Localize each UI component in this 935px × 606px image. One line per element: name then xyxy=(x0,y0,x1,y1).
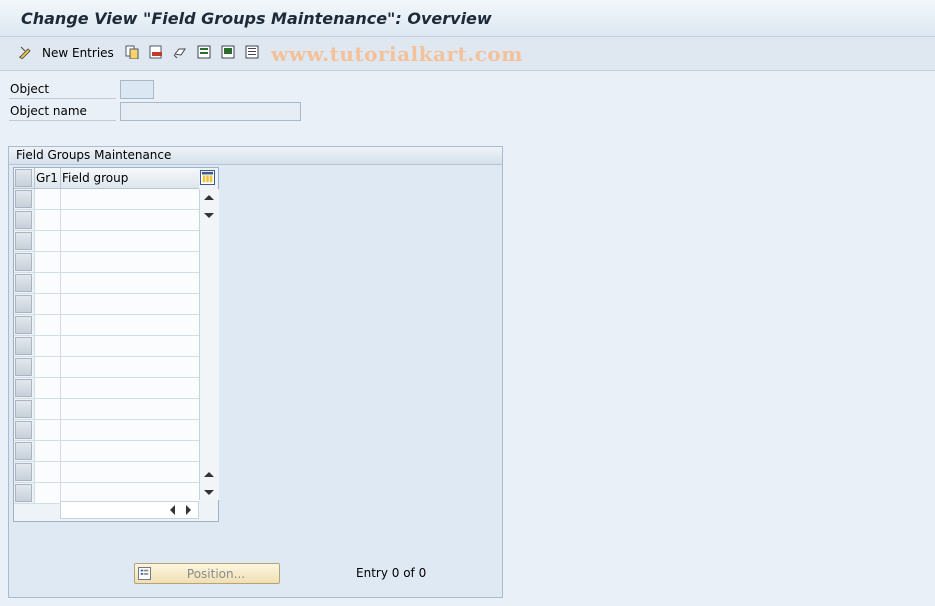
cell-field-group[interactable] xyxy=(60,231,199,251)
table-settings-icon[interactable] xyxy=(200,170,215,185)
cell-field-group[interactable] xyxy=(60,336,199,356)
cell-gr1[interactable] xyxy=(34,252,60,272)
cell-gr1[interactable] xyxy=(34,315,60,335)
delete-icon[interactable] xyxy=(149,45,163,59)
vertical-scrollbar[interactable] xyxy=(199,189,219,500)
object-label: Object xyxy=(10,82,50,96)
cell-field-group[interactable] xyxy=(60,441,199,461)
object-name-label: Object name xyxy=(10,104,87,118)
row-selector-button[interactable] xyxy=(15,253,32,271)
scroll-page-down-arrow-icon[interactable] xyxy=(204,213,214,218)
cell-gr1[interactable] xyxy=(34,378,60,398)
select-block-icon[interactable] xyxy=(221,45,235,59)
title-bar: Change View "Field Groups Maintenance": … xyxy=(0,0,935,37)
cell-gr1[interactable] xyxy=(34,210,60,230)
column-header-field-group[interactable]: Field group xyxy=(62,171,128,185)
cell-field-group[interactable] xyxy=(60,357,199,377)
group-box-title: Field Groups Maintenance xyxy=(16,148,172,162)
row-selector-button[interactable] xyxy=(15,463,32,481)
row-selector-button[interactable] xyxy=(15,316,32,334)
table-row xyxy=(14,315,199,336)
table-row xyxy=(14,294,199,315)
scroll-up-arrow-icon[interactable] xyxy=(204,195,214,200)
undo-icon[interactable] xyxy=(173,45,187,59)
cell-field-group[interactable] xyxy=(60,462,199,482)
table-row xyxy=(14,273,199,294)
position-button[interactable]: Position... xyxy=(134,563,280,584)
cell-gr1[interactable] xyxy=(34,462,60,482)
position-button-label: Position... xyxy=(186,567,246,581)
table-row xyxy=(14,210,199,231)
object-field[interactable] xyxy=(120,80,154,99)
table-row xyxy=(14,336,199,357)
cell-gr1[interactable] xyxy=(34,357,60,377)
field-groups-table: Gr1 Field group xyxy=(13,167,219,522)
table-row xyxy=(14,420,199,441)
cell-gr1[interactable] xyxy=(34,483,60,503)
cell-gr1[interactable] xyxy=(34,231,60,251)
table-row xyxy=(14,357,199,378)
row-selector-button[interactable] xyxy=(15,274,32,292)
deselect-all-icon[interactable] xyxy=(245,45,259,59)
new-entries-button[interactable]: New Entries xyxy=(36,44,120,62)
table-header: Gr1 Field group xyxy=(14,168,199,189)
row-selector-button[interactable] xyxy=(15,379,32,397)
table-row xyxy=(14,441,199,462)
application-toolbar: New Entries www.tutorialkart.com xyxy=(0,37,935,71)
cell-field-group[interactable] xyxy=(60,252,199,272)
row-selector-button[interactable] xyxy=(15,442,32,460)
object-name-label-underline xyxy=(9,120,116,121)
cell-field-group[interactable] xyxy=(60,210,199,230)
cell-gr1[interactable] xyxy=(34,336,60,356)
row-selector-button[interactable] xyxy=(15,295,32,313)
scroll-down-arrow-icon[interactable] xyxy=(204,490,214,495)
edit-icon[interactable] xyxy=(18,45,32,59)
column-header-gr1[interactable]: Gr1 xyxy=(36,171,58,185)
table-body xyxy=(14,189,199,504)
scroll-right-arrow-icon[interactable] xyxy=(186,505,191,515)
copy-icon[interactable] xyxy=(125,45,139,59)
table-row xyxy=(14,252,199,273)
scroll-left-arrow-icon[interactable] xyxy=(170,505,175,515)
cell-field-group[interactable] xyxy=(60,273,199,293)
cell-field-group[interactable] xyxy=(60,378,199,398)
scroll-page-up-arrow-icon[interactable] xyxy=(204,472,214,477)
cell-gr1[interactable] xyxy=(34,399,60,419)
watermark-text: www.tutorialkart.com xyxy=(271,42,523,66)
table-row xyxy=(14,378,199,399)
table-row xyxy=(14,462,199,483)
cell-field-group[interactable] xyxy=(60,483,199,503)
cell-gr1[interactable] xyxy=(34,294,60,314)
row-selector-button[interactable] xyxy=(15,232,32,250)
cell-field-group[interactable] xyxy=(60,294,199,314)
table-row xyxy=(14,399,199,420)
cell-field-group[interactable] xyxy=(60,420,199,440)
cell-field-group[interactable] xyxy=(60,189,199,209)
cell-field-group[interactable] xyxy=(60,315,199,335)
page-title: Change View "Field Groups Maintenance": … xyxy=(21,9,492,28)
row-selector-button[interactable] xyxy=(15,358,32,376)
table-row xyxy=(14,231,199,252)
group-box-header: Field Groups Maintenance xyxy=(9,147,502,165)
entry-count-text: Entry 0 of 0 xyxy=(356,566,427,580)
table-row xyxy=(14,189,199,210)
object-name-field xyxy=(120,102,301,121)
select-all-rows-button[interactable] xyxy=(15,169,32,187)
horizontal-scrollbar[interactable] xyxy=(60,501,199,519)
row-selector-button[interactable] xyxy=(15,190,32,208)
object-label-underline xyxy=(9,98,116,99)
cell-gr1[interactable] xyxy=(34,273,60,293)
select-all-icon[interactable] xyxy=(197,45,211,59)
row-selector-button[interactable] xyxy=(15,211,32,229)
cell-field-group[interactable] xyxy=(60,399,199,419)
row-selector-button[interactable] xyxy=(15,337,32,355)
cell-gr1[interactable] xyxy=(34,420,60,440)
row-selector-button[interactable] xyxy=(15,400,32,418)
cell-gr1[interactable] xyxy=(34,441,60,461)
row-selector-button[interactable] xyxy=(15,484,32,502)
row-selector-button[interactable] xyxy=(15,421,32,439)
cell-gr1[interactable] xyxy=(34,189,60,209)
